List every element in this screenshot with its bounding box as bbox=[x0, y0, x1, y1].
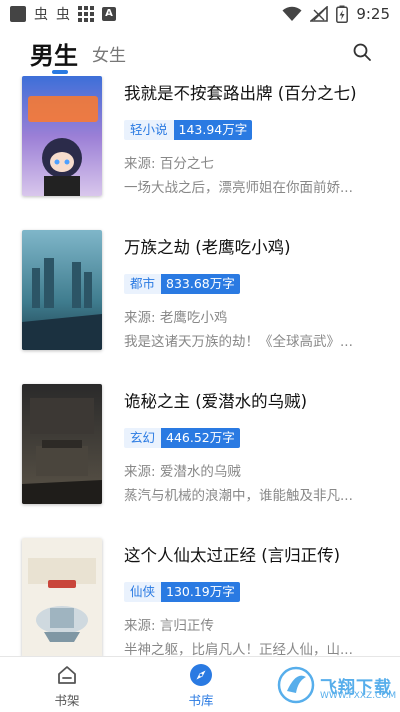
watermark-logo-icon bbox=[277, 666, 315, 704]
app-a-icon: A bbox=[102, 7, 116, 21]
watermark-url: WWW.FXXZ.COM bbox=[320, 691, 397, 701]
wifi-icon bbox=[282, 6, 302, 21]
notification-bug-icon: 虫 bbox=[56, 7, 70, 23]
book-cover[interactable] bbox=[22, 538, 102, 656]
book-source: 来源: 百分之七 bbox=[124, 156, 214, 172]
status-bar-right: 9:25 bbox=[282, 5, 390, 23]
status-bar-left: 虫 虫 A bbox=[10, 4, 116, 24]
book-cover-image bbox=[22, 230, 102, 350]
book-source: 来源: 爱潜水的乌贼 bbox=[124, 464, 241, 480]
search-icon[interactable] bbox=[352, 42, 372, 62]
book-cover-image bbox=[22, 538, 102, 656]
bookshelf-icon bbox=[58, 666, 76, 684]
book-title[interactable]: 万族之劫 (老鹰吃小鸡) bbox=[124, 234, 291, 258]
battery-icon bbox=[336, 5, 349, 23]
book-item[interactable]: 这个人仙太过正经 (言归正传) 仙侠 130.19万字 来源: 言归正传 半神之… bbox=[0, 538, 400, 656]
word-count-badge: 130.19万字 bbox=[161, 582, 240, 602]
genre-tag: 玄幻 bbox=[124, 428, 162, 448]
book-cover[interactable] bbox=[22, 384, 102, 504]
tag-row: 轻小说 143.94万字 bbox=[124, 120, 253, 140]
genre-tag: 轻小说 bbox=[124, 120, 174, 140]
book-cover[interactable] bbox=[22, 76, 102, 196]
book-title[interactable]: 诡秘之主 (爱潜水的乌贼) bbox=[124, 388, 307, 412]
active-tab-indicator bbox=[52, 70, 68, 74]
watermark: 飞翔下载 WWW.FXXZ.COM bbox=[276, 664, 397, 706]
tag-row: 都市 833.68万字 bbox=[124, 274, 240, 294]
book-item[interactable]: 我就是不按套路出牌 (百分之七) 轻小说 143.94万字 来源: 百分之七 一… bbox=[0, 76, 400, 230]
no-signal-icon bbox=[310, 6, 329, 22]
book-cover[interactable] bbox=[22, 230, 102, 350]
notification-square-icon bbox=[10, 6, 26, 22]
tab-female[interactable]: 女生 bbox=[92, 41, 126, 66]
nav-bookshelf[interactable]: 书架 bbox=[37, 663, 97, 709]
book-cover-image bbox=[22, 384, 102, 504]
book-item[interactable]: 万族之劫 (老鹰吃小鸡) 都市 833.68万字 来源: 老鹰吃小鸡 我是这诸天… bbox=[0, 230, 400, 384]
tag-row: 仙侠 130.19万字 bbox=[124, 582, 240, 602]
tag-row: 玄幻 446.52万字 bbox=[124, 428, 240, 448]
word-count-badge: 143.94万字 bbox=[173, 120, 253, 140]
book-description: 我是这诸天万族的劫！《全球高武》... bbox=[124, 334, 353, 350]
genre-tag: 仙侠 bbox=[124, 582, 162, 602]
nav-library-label: 书库 bbox=[188, 693, 214, 708]
genre-tag: 都市 bbox=[124, 274, 162, 294]
book-description: 蒸汽与机械的浪潮中，谁能触及非凡... bbox=[124, 488, 353, 504]
book-description: 一场大战之后，漂亮师姐在你面前娇... bbox=[124, 180, 353, 196]
word-count-badge: 446.52万字 bbox=[161, 428, 240, 448]
book-title[interactable]: 我就是不按套路出牌 (百分之七) bbox=[124, 80, 357, 104]
notification-bug-icon: 虫 bbox=[34, 7, 48, 23]
tab-male[interactable]: 男生 bbox=[30, 36, 78, 71]
compass-icon bbox=[190, 664, 212, 686]
book-source: 来源: 言归正传 bbox=[124, 618, 214, 634]
book-cover-image bbox=[22, 76, 102, 196]
book-source: 来源: 老鹰吃小鸡 bbox=[124, 310, 228, 326]
status-bar: 虫 虫 A 9:25 bbox=[0, 0, 400, 28]
clock: 9:25 bbox=[356, 5, 390, 23]
book-title[interactable]: 这个人仙太过正经 (言归正传) bbox=[124, 542, 340, 566]
grid-app-icon bbox=[78, 6, 94, 22]
book-item[interactable]: 诡秘之主 (爱潜水的乌贼) 玄幻 446.52万字 来源: 爱潜水的乌贼 蒸汽与… bbox=[0, 384, 400, 538]
nav-bookshelf-label: 书架 bbox=[54, 693, 80, 708]
book-description: 半神之躯，比肩凡人！正经人仙，山... bbox=[124, 642, 353, 656]
header: 男生 女生 bbox=[0, 28, 400, 76]
word-count-badge: 833.68万字 bbox=[161, 274, 240, 294]
book-list: 我就是不按套路出牌 (百分之七) 轻小说 143.94万字 来源: 百分之七 一… bbox=[0, 76, 400, 656]
nav-library[interactable]: 书库 bbox=[171, 663, 231, 709]
